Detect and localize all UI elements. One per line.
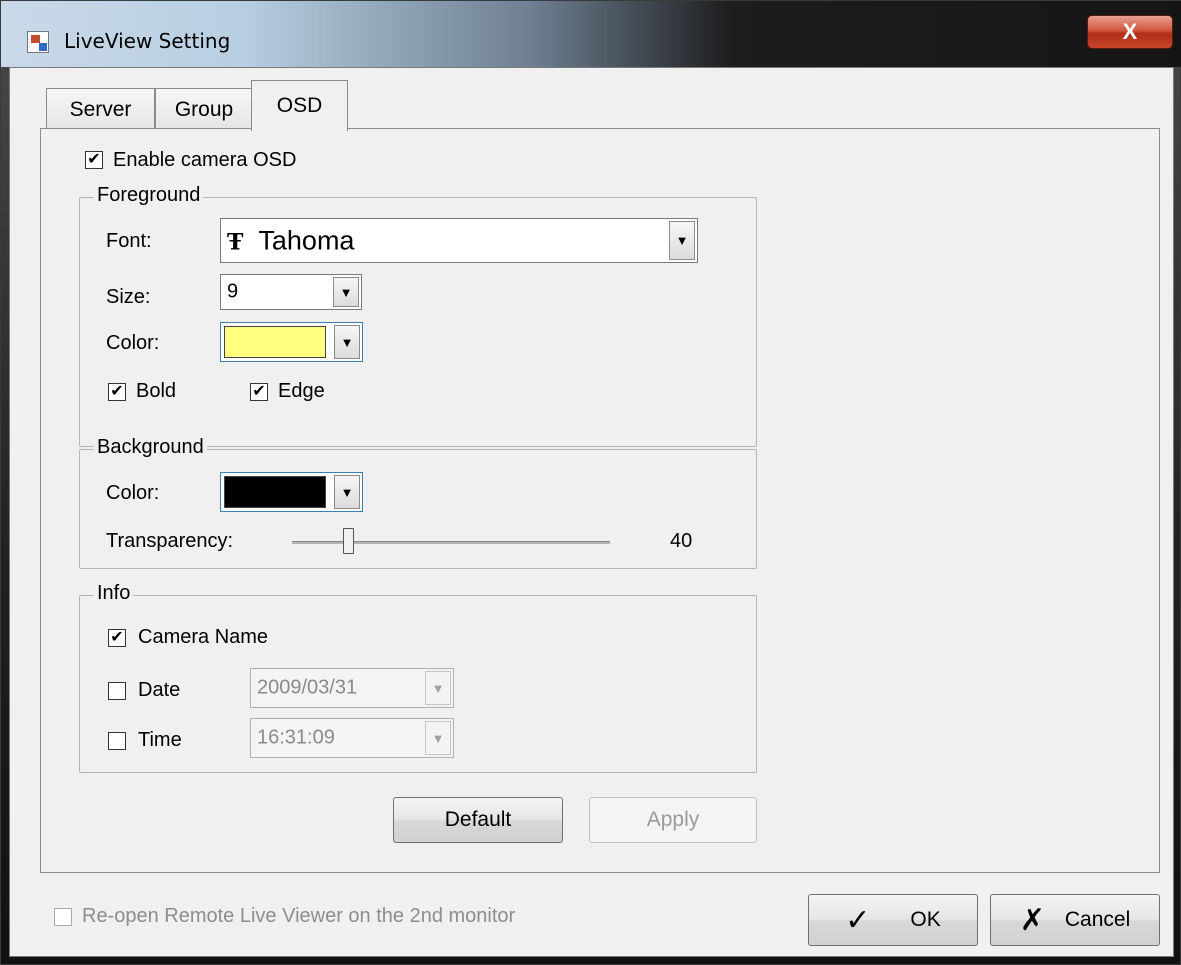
- cancel-button-label: Cancel: [1064, 908, 1131, 931]
- dialog-client-area: Server Group OSD ✔ Enable camera OSD For…: [9, 67, 1174, 957]
- font-select[interactable]: Ŧ Tahoma ▼: [220, 218, 698, 263]
- ok-button-label: OK: [910, 908, 941, 931]
- foreground-color-label: Color:: [106, 332, 160, 354]
- font-label: Font:: [106, 230, 152, 252]
- time-value: 16:31:09: [257, 726, 335, 749]
- transparency-label: Transparency:: [106, 530, 234, 552]
- chevron-down-icon[interactable]: ▼: [334, 325, 360, 359]
- foreground-group: Foreground Font: Ŧ Tahoma ▼ Size: 9 ▼ Co…: [79, 184, 757, 447]
- bold-checkbox[interactable]: ✔: [108, 383, 126, 401]
- foreground-group-title: Foreground: [94, 184, 204, 207]
- tab-group[interactable]: Group: [155, 88, 253, 130]
- date-label: Date: [138, 679, 181, 701]
- tab-osd[interactable]: OSD: [251, 80, 348, 131]
- enable-camera-osd-checkbox[interactable]: ✔: [85, 151, 103, 169]
- app-icon: [27, 31, 49, 53]
- background-color-label: Color:: [106, 482, 160, 504]
- apply-button[interactable]: Apply: [589, 797, 757, 843]
- foreground-color-swatch: [224, 326, 326, 358]
- chevron-down-icon[interactable]: ▼: [425, 671, 451, 705]
- cancel-button[interactable]: ✗ Cancel: [990, 894, 1160, 946]
- checkmark-icon: ✓: [845, 903, 871, 937]
- osd-tab-panel: ✔ Enable camera OSD Foreground Font: Ŧ T…: [40, 128, 1160, 873]
- ok-button[interactable]: ✓ OK: [808, 894, 978, 946]
- close-button[interactable]: X: [1087, 15, 1173, 49]
- check-icon: ✔: [252, 383, 266, 400]
- chevron-down-icon[interactable]: ▼: [669, 221, 695, 260]
- liveview-setting-window: LiveView Setting X Server Group OSD ✔ En…: [0, 0, 1181, 965]
- close-icon: X: [1122, 19, 1138, 44]
- chevron-down-icon[interactable]: ▼: [334, 475, 360, 509]
- reopen-remote-viewer-label: Re-open Remote Live Viewer on the 2nd mo…: [82, 905, 516, 927]
- time-checkbox[interactable]: [108, 732, 126, 750]
- check-icon: ✔: [110, 629, 124, 646]
- size-select[interactable]: 9 ▼: [220, 274, 362, 310]
- time-label: Time: [138, 729, 182, 751]
- background-color-swatch: [224, 476, 326, 508]
- enable-camera-osd-label: Enable camera OSD: [113, 149, 297, 171]
- x-icon: ✗: [1019, 903, 1045, 937]
- info-group: Info ✔ Camera Name Date 2009/03/31 ▼ Tim…: [79, 582, 757, 773]
- foreground-color-picker[interactable]: ▼: [220, 322, 363, 362]
- size-value: 9: [227, 280, 239, 303]
- title-bar[interactable]: LiveView Setting X: [1, 1, 1181, 67]
- default-button[interactable]: Default: [393, 797, 563, 843]
- tab-server[interactable]: Server: [46, 88, 155, 130]
- background-group: Background Color: ▼ Transparency: 40: [79, 436, 757, 569]
- info-group-title: Info: [94, 582, 134, 605]
- transparency-slider-thumb[interactable]: [343, 528, 355, 554]
- camera-name-label: Camera Name: [138, 626, 269, 648]
- time-format-select[interactable]: 16:31:09 ▼: [250, 718, 454, 758]
- camera-name-checkbox[interactable]: ✔: [108, 629, 126, 647]
- bold-label: Bold: [136, 380, 177, 402]
- transparency-slider-track[interactable]: [292, 541, 610, 544]
- edge-checkbox[interactable]: ✔: [250, 383, 268, 401]
- reopen-remote-viewer-checkbox[interactable]: [54, 908, 72, 926]
- check-icon: ✔: [87, 151, 101, 168]
- background-group-title: Background: [94, 436, 207, 459]
- size-label: Size:: [106, 286, 151, 308]
- background-color-picker[interactable]: ▼: [220, 472, 363, 512]
- date-format-select[interactable]: 2009/03/31 ▼: [250, 668, 454, 708]
- check-icon: ✔: [110, 383, 124, 400]
- chevron-down-icon[interactable]: ▼: [425, 721, 451, 755]
- date-value: 2009/03/31: [257, 676, 358, 699]
- transparency-value: 40: [670, 530, 693, 552]
- window-title: LiveView Setting: [64, 29, 231, 53]
- truetype-font-icon: Ŧ: [227, 229, 244, 255]
- tab-server-label: Server: [69, 97, 132, 121]
- chevron-down-icon[interactable]: ▼: [333, 277, 359, 307]
- tab-group-label: Group: [174, 97, 234, 121]
- font-value: Tahoma: [258, 225, 355, 255]
- date-checkbox[interactable]: [108, 682, 126, 700]
- edge-label: Edge: [278, 380, 325, 402]
- tab-osd-label: OSD: [276, 94, 323, 117]
